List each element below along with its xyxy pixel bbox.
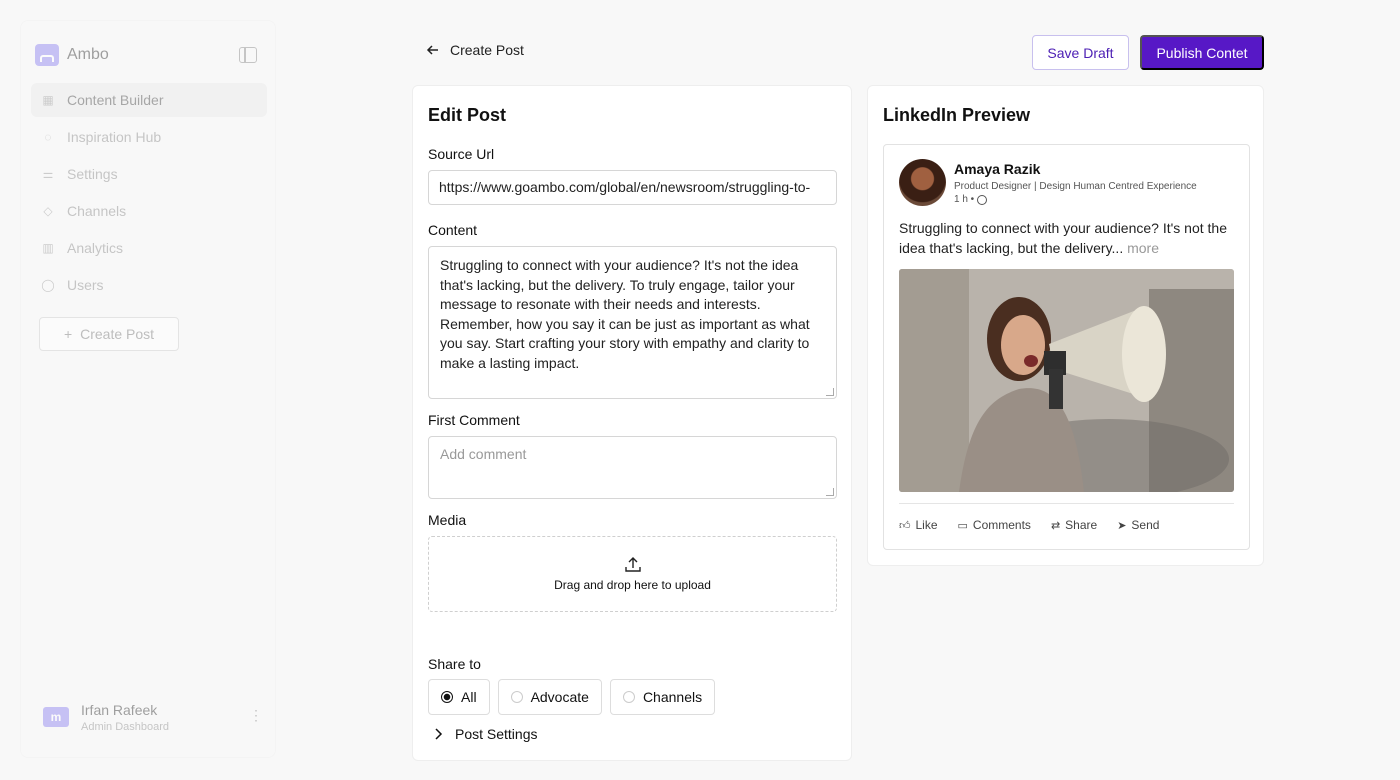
publish-button[interactable]: Publish Contet (1140, 35, 1264, 70)
edit-post-title: Edit Post (428, 105, 507, 125)
avatar: m (43, 707, 69, 727)
radio-selected-icon (441, 691, 453, 703)
share-option-channels[interactable]: Channels (609, 679, 716, 715)
sidebar: Ambo ▦ Content Builder ◌ Inspiration Hub… (20, 20, 276, 758)
post-time: 1 h • (954, 194, 988, 205)
upload-text: Drag and drop here to upload (554, 578, 711, 592)
source-url-label: Source Url (428, 146, 495, 162)
sidebar-nav: ▦ Content Builder ◌ Inspiration Hub ⚌ Se… (31, 83, 267, 305)
globe-icon (977, 194, 988, 205)
more-vertical-icon[interactable]: ⋮ (249, 707, 263, 724)
sidebar-item-channels[interactable]: ◇ Channels (31, 194, 267, 228)
share-button[interactable]: ⇄ Share (1051, 518, 1097, 532)
first-comment-label: First Comment (428, 412, 520, 428)
first-comment-input[interactable]: Add comment (428, 436, 837, 499)
edit-post-panel: Edit Post Source Url https://www.goambo.… (412, 85, 852, 761)
sidebar-item-label: Channels (67, 203, 127, 219)
plus-icon: + (63, 326, 73, 342)
sidebar-item-label: Inspiration Hub (67, 129, 162, 145)
sidebar-item-settings[interactable]: ⚌ Settings (31, 157, 267, 191)
share-option-label: Advocate (530, 689, 589, 705)
media-dropzone[interactable]: Drag and drop here to upload (428, 536, 837, 612)
comments-label: Comments (972, 518, 1031, 532)
post-actions: 👍︎ Like ▭ Comments ⇄ Share ➤ Send (899, 503, 1234, 532)
send-label: Send (1131, 518, 1160, 532)
share-option-label: All (461, 689, 477, 705)
resize-handle-icon[interactable] (826, 388, 834, 396)
sidebar-item-analytics[interactable]: ▥ Analytics (31, 231, 267, 265)
bar-chart-icon: ▥ (42, 241, 54, 255)
author-name: Amaya Razik (954, 161, 1041, 177)
sidebar-item-inspiration-hub[interactable]: ◌ Inspiration Hub (31, 120, 267, 154)
more-link[interactable]: more (1127, 240, 1159, 256)
sidebar-item-label: Content Builder (67, 92, 164, 108)
post-image (899, 269, 1234, 492)
radio-icon (622, 691, 635, 703)
comments-button[interactable]: ▭ Comments (958, 518, 1031, 532)
sidebar-item-label: Users (67, 277, 104, 293)
source-url-input[interactable]: https://www.goambo.com/global/en/newsroo… (428, 170, 837, 205)
post-time-text: 1 h • (954, 194, 975, 205)
radio-icon (510, 691, 523, 703)
author-title: Product Designer | Design Human Centred … (954, 181, 1197, 192)
chevron-right-icon (435, 728, 443, 740)
page-title: Create Post (450, 42, 524, 58)
post-text: Struggling to connect with your audience… (899, 219, 1239, 258)
sidebar-item-label: Settings (67, 166, 118, 182)
content-label: Content (428, 222, 478, 238)
user-icon: ◯ (41, 278, 55, 292)
share-option-all[interactable]: All (428, 679, 490, 715)
sidebar-create-post-button[interactable]: + Create Post (39, 317, 179, 351)
sidebar-item-content-builder[interactable]: ▦ Content Builder (31, 83, 267, 117)
ambo-logo-icon (35, 44, 59, 66)
grid-icon: ▦ (42, 93, 54, 107)
upload-icon (624, 557, 641, 572)
back-link[interactable]: Create Post (426, 42, 524, 58)
content-text: Struggling to connect with your audience… (440, 257, 810, 371)
linkedin-post-card: Amaya Razik Product Designer | Design Hu… (883, 144, 1250, 550)
arrow-left-icon (426, 45, 438, 55)
media-label: Media (428, 512, 467, 528)
comment-icon: ▭ (957, 519, 968, 532)
save-draft-button[interactable]: Save Draft (1032, 35, 1129, 70)
like-button[interactable]: 👍︎ Like (899, 518, 938, 532)
tags-icon: ◇ (43, 204, 53, 218)
sidebar-item-label: Analytics (67, 240, 124, 256)
sidebar-item-users[interactable]: ◯ Users (31, 268, 267, 302)
author-avatar (899, 159, 946, 206)
linkedin-preview-panel: LinkedIn Preview Amaya Razik Product Des… (867, 85, 1264, 566)
like-label: Like (915, 518, 938, 532)
first-comment-placeholder: Add comment (440, 446, 527, 462)
user-name: Irfan Rafeek (81, 701, 158, 718)
preview-title: LinkedIn Preview (883, 105, 1031, 125)
lightbulb-icon: ◌ (44, 130, 52, 144)
create-post-label: Create Post (80, 326, 155, 342)
resize-handle-icon[interactable] (826, 488, 834, 496)
brand[interactable]: Ambo (35, 43, 109, 67)
post-text-body: Struggling to connect with your audience… (899, 220, 1227, 256)
repost-icon: ⇄ (1050, 519, 1061, 532)
share-label: Share (1065, 518, 1098, 532)
post-image-illustration (899, 269, 1234, 492)
share-to-options: All Advocate Channels (428, 679, 716, 715)
post-settings-toggle[interactable]: Post Settings (433, 726, 538, 742)
share-option-advocate[interactable]: Advocate (497, 679, 602, 715)
share-to-label: Share to (428, 656, 481, 672)
sliders-icon: ⚌ (42, 167, 54, 181)
share-option-label: Channels (642, 689, 703, 705)
post-settings-label: Post Settings (455, 726, 538, 742)
content-textarea[interactable]: Struggling to connect with your audience… (428, 246, 837, 399)
thumbs-up-icon: 👍︎ (899, 519, 911, 532)
brand-name: Ambo (67, 46, 109, 63)
sidebar-collapse-icon[interactable] (239, 47, 257, 63)
send-button[interactable]: ➤ Send (1117, 518, 1159, 532)
send-icon: ➤ (1117, 519, 1127, 532)
user-profile[interactable]: m Irfan Rafeek Admin Dashboard ⋮ (43, 699, 263, 735)
user-role: Admin Dashboard (81, 720, 170, 733)
